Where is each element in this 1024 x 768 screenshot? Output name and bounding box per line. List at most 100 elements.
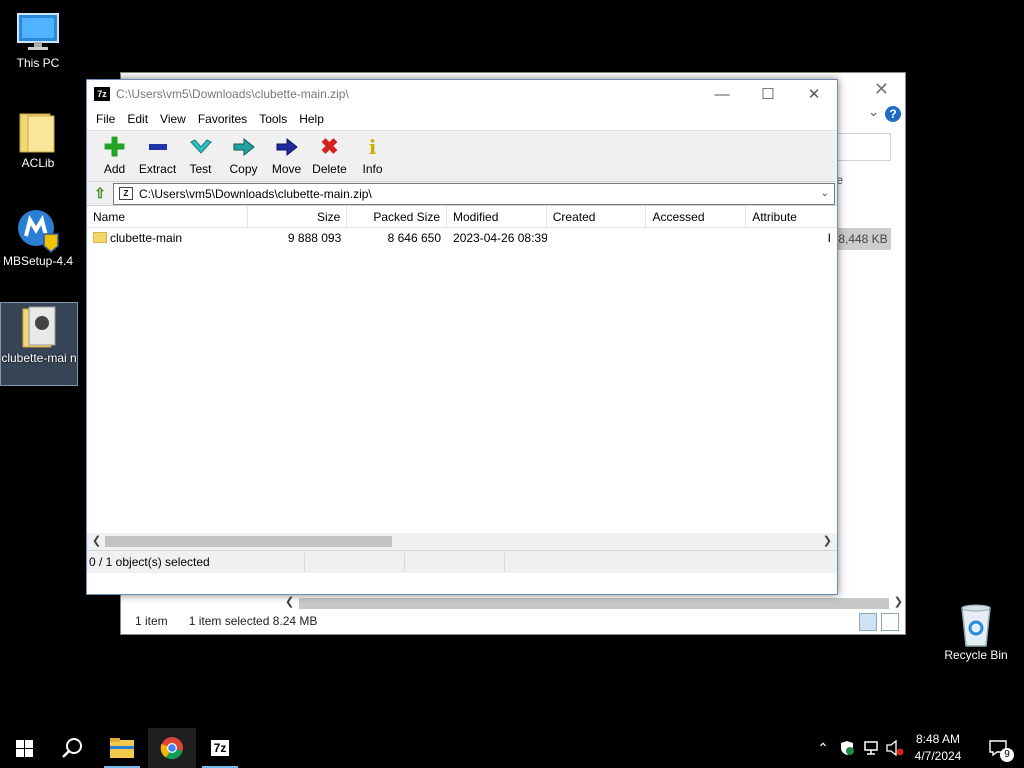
- move-button[interactable]: Move: [265, 131, 308, 181]
- 7zip-taskbar-icon: 7z: [210, 740, 230, 756]
- close-button[interactable]: ✕: [791, 80, 837, 108]
- row-attributes: I: [827, 231, 831, 245]
- window-title: C:\Users\vm5\Downloads\clubette-main.zip…: [116, 87, 349, 101]
- desktop-icon-this-pc[interactable]: This PC: [0, 8, 76, 71]
- column-header-size[interactable]: Size: [248, 206, 348, 228]
- table-row[interactable]: clubette-main 9 888 093 8 646 650 2023-0…: [87, 228, 837, 248]
- clock-date: 4/7/2024: [914, 749, 962, 763]
- explorer-search-box[interactable]: [833, 133, 891, 161]
- chevron-up-icon: ⌃: [817, 739, 829, 756]
- taskbar-7zip[interactable]: 7z: [198, 728, 242, 768]
- menu-edit[interactable]: Edit: [121, 112, 154, 126]
- taskbar-file-explorer[interactable]: [100, 728, 144, 768]
- chevron-down-icon[interactable]: ⌄: [868, 104, 879, 120]
- title-bar[interactable]: 7z C:\Users\vm5\Downloads\clubette-main.…: [87, 80, 837, 108]
- desktop-icon-mbsetup[interactable]: MBSetup-4.4: [0, 206, 76, 269]
- windows-icon: [15, 739, 33, 757]
- search-button[interactable]: [48, 728, 96, 768]
- row-name: clubette-main: [110, 231, 183, 245]
- status-cell-date: [505, 553, 605, 571]
- test-label: Test: [189, 162, 212, 176]
- explorer-view-buttons: [859, 613, 899, 631]
- 7zip-app-icon: 7z: [94, 87, 110, 101]
- clock[interactable]: 8:48 AM 4/7/2024: [906, 731, 970, 765]
- file-list[interactable]: Name Size Packed Size Modified Created A…: [87, 206, 837, 533]
- menu-file[interactable]: File: [90, 112, 121, 126]
- menu-favorites[interactable]: Favorites: [192, 112, 253, 126]
- desktop-icon-label: ACLib: [21, 156, 55, 170]
- extract-label: Extract: [138, 162, 177, 176]
- folder-up-icon[interactable]: ⇧: [87, 183, 113, 205]
- menu-tools[interactable]: Tools: [253, 112, 293, 126]
- scrollbar-thumb[interactable]: [105, 536, 392, 547]
- details-view-icon[interactable]: [859, 613, 877, 631]
- action-center-button[interactable]: 9: [978, 728, 1018, 768]
- chevron-down-icon[interactable]: ⌄: [821, 188, 829, 199]
- copy-arrow-icon: [232, 136, 256, 158]
- delete-label: Delete: [312, 162, 347, 176]
- extract-button[interactable]: Extract: [136, 131, 179, 181]
- plus-icon: ✚: [103, 131, 126, 162]
- chrome-icon: [160, 737, 183, 760]
- column-header-created[interactable]: Created: [547, 206, 647, 228]
- clock-time: 8:48 AM: [915, 732, 961, 746]
- delete-x-icon: ✖: [320, 134, 339, 159]
- explorer-selection-info: 1 item selected 8.24 MB: [188, 614, 318, 628]
- address-combobox[interactable]: Z C:\Users\vm5\Downloads\clubette-main.z…: [113, 182, 835, 205]
- search-icon: [62, 738, 82, 758]
- desktop-icon-clubette-main[interactable]: clubette-mai n: [0, 302, 78, 386]
- info-button[interactable]: i Info: [351, 131, 394, 181]
- toolbar: ✚ Add Extract Test Copy Move ✖ Delete i …: [87, 130, 837, 182]
- scroll-left-icon[interactable]: ❮: [285, 595, 294, 608]
- column-header-name[interactable]: Name: [87, 206, 248, 228]
- desktop-icon-aclib[interactable]: ACLib: [0, 108, 76, 171]
- explorer-status-bar: 1 item 1 item selected 8.24 MB: [121, 608, 905, 634]
- column-header-accessed[interactable]: Accessed: [646, 206, 747, 228]
- move-arrow-icon: [275, 136, 299, 158]
- copy-button[interactable]: Copy: [222, 131, 265, 181]
- start-button[interactable]: [0, 728, 48, 768]
- security-tray-icon[interactable]: [836, 728, 858, 768]
- large-icons-view-icon[interactable]: [881, 613, 899, 631]
- column-header-packed-size[interactable]: Packed Size: [347, 206, 448, 228]
- 7zip-window[interactable]: 7z C:\Users\vm5\Downloads\clubette-main.…: [86, 79, 838, 595]
- status-cell-size: [305, 553, 405, 571]
- horizontal-scrollbar[interactable]: ❮ ❯: [87, 533, 837, 550]
- network-icon: [864, 741, 878, 755]
- desktop-icon-label: MBSetup-4.4: [2, 254, 74, 268]
- row-size: 9 888 093: [287, 231, 342, 245]
- maximize-button[interactable]: ☐: [745, 80, 791, 108]
- folder-icon: [22, 306, 56, 348]
- taskbar-chrome[interactable]: [148, 728, 196, 768]
- menu-help[interactable]: Help: [293, 112, 330, 126]
- add-label: Add: [103, 162, 126, 176]
- scroll-right-icon[interactable]: ❯: [823, 534, 832, 547]
- explorer-size-cell: 8,448 KB: [835, 228, 891, 250]
- minimize-button[interactable]: —: [699, 80, 745, 108]
- volume-muted-icon: [886, 740, 904, 756]
- help-icon[interactable]: ?: [885, 106, 901, 122]
- scroll-right-icon[interactable]: ❯: [894, 595, 903, 608]
- folder-icon: [19, 113, 55, 153]
- scroll-left-icon[interactable]: ❮: [92, 534, 101, 547]
- move-label: Move: [271, 162, 302, 176]
- shield-icon: [841, 741, 854, 755]
- volume-tray-icon[interactable]: [884, 728, 906, 768]
- column-header-modified[interactable]: Modified: [447, 206, 547, 228]
- menu-view[interactable]: View: [154, 112, 192, 126]
- test-button[interactable]: Test: [179, 131, 222, 181]
- folder-icon: [93, 232, 107, 243]
- info-label: Info: [362, 162, 383, 176]
- desktop-icon-recycle-bin[interactable]: Recycle Bin: [938, 602, 1014, 663]
- delete-button[interactable]: ✖ Delete: [308, 131, 351, 181]
- network-tray-icon[interactable]: [860, 728, 882, 768]
- explorer-close-icon[interactable]: ✕: [874, 79, 889, 100]
- selection-status: 0 / 1 object(s) selected: [87, 553, 305, 571]
- menu-bar: File Edit View Favorites Tools Help: [87, 108, 837, 130]
- add-button[interactable]: ✚ Add: [93, 131, 136, 181]
- explorer-item-count: 1 item: [135, 614, 168, 628]
- show-hidden-icons-button[interactable]: ⌃: [812, 728, 834, 768]
- column-header-attributes[interactable]: Attribute: [746, 206, 837, 228]
- info-icon: i: [368, 135, 377, 159]
- close-icon: ✕: [807, 86, 821, 103]
